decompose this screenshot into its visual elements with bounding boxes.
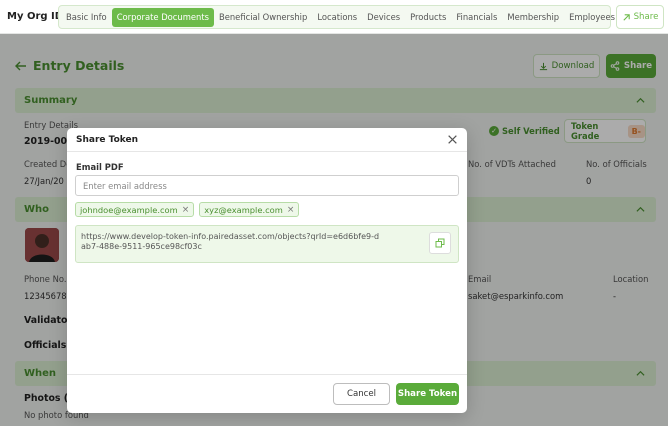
tab-employees[interactable]: Employees — [564, 8, 620, 27]
close-icon[interactable] — [447, 134, 458, 145]
modal-footer-divider — [67, 374, 467, 375]
tab-locations[interactable]: Locations — [312, 8, 362, 27]
org-id-label[interactable]: My Org ID — [7, 11, 63, 22]
share-token-modal: Share Token Email PDF johndoe@example.co… — [67, 128, 467, 413]
remove-chip-icon[interactable]: × — [287, 205, 295, 215]
email-input[interactable] — [75, 175, 459, 196]
arrow-up-right-icon — [623, 13, 630, 21]
token-link-text[interactable]: https://www.develop-token-info.pairedass… — [81, 232, 381, 252]
tab-financials[interactable]: Financials — [451, 8, 502, 27]
email-chip-label: johndoe@example.com — [80, 204, 178, 215]
tab-membership[interactable]: Membership — [502, 8, 564, 27]
copy-icon — [435, 238, 445, 248]
email-chip-list: johndoe@example.com × xyz@example.com × — [75, 202, 300, 217]
top-nav-bar: My Org ID Basic Info Corporate Documents… — [0, 0, 668, 34]
copy-link-button[interactable] — [429, 232, 451, 254]
header-share-button[interactable]: Share — [616, 5, 664, 29]
email-pdf-label: Email PDF — [76, 162, 124, 172]
email-chip-label: xyz@example.com — [204, 204, 283, 215]
email-chip: johndoe@example.com × — [75, 202, 195, 217]
cancel-button[interactable]: Cancel — [333, 383, 390, 405]
tab-products[interactable]: Products — [405, 8, 451, 27]
tab-devices[interactable]: Devices — [362, 8, 405, 27]
modal-title: Share Token — [76, 135, 139, 145]
remove-chip-icon[interactable]: × — [182, 205, 190, 215]
modal-divider — [67, 151, 467, 152]
tab-basic-info[interactable]: Basic Info — [61, 8, 112, 27]
email-chip: xyz@example.com × — [199, 202, 300, 217]
share-token-button[interactable]: Share Token — [396, 383, 459, 405]
tab-beneficial-ownership[interactable]: Beneficial Ownership — [214, 8, 312, 27]
section-tabs: Basic Info Corporate Documents Beneficia… — [58, 5, 615, 29]
tab-corporate-documents[interactable]: Corporate Documents — [111, 7, 214, 27]
token-link-box: https://www.develop-token-info.pairedass… — [75, 225, 459, 263]
header-share-label: Share — [633, 12, 659, 22]
